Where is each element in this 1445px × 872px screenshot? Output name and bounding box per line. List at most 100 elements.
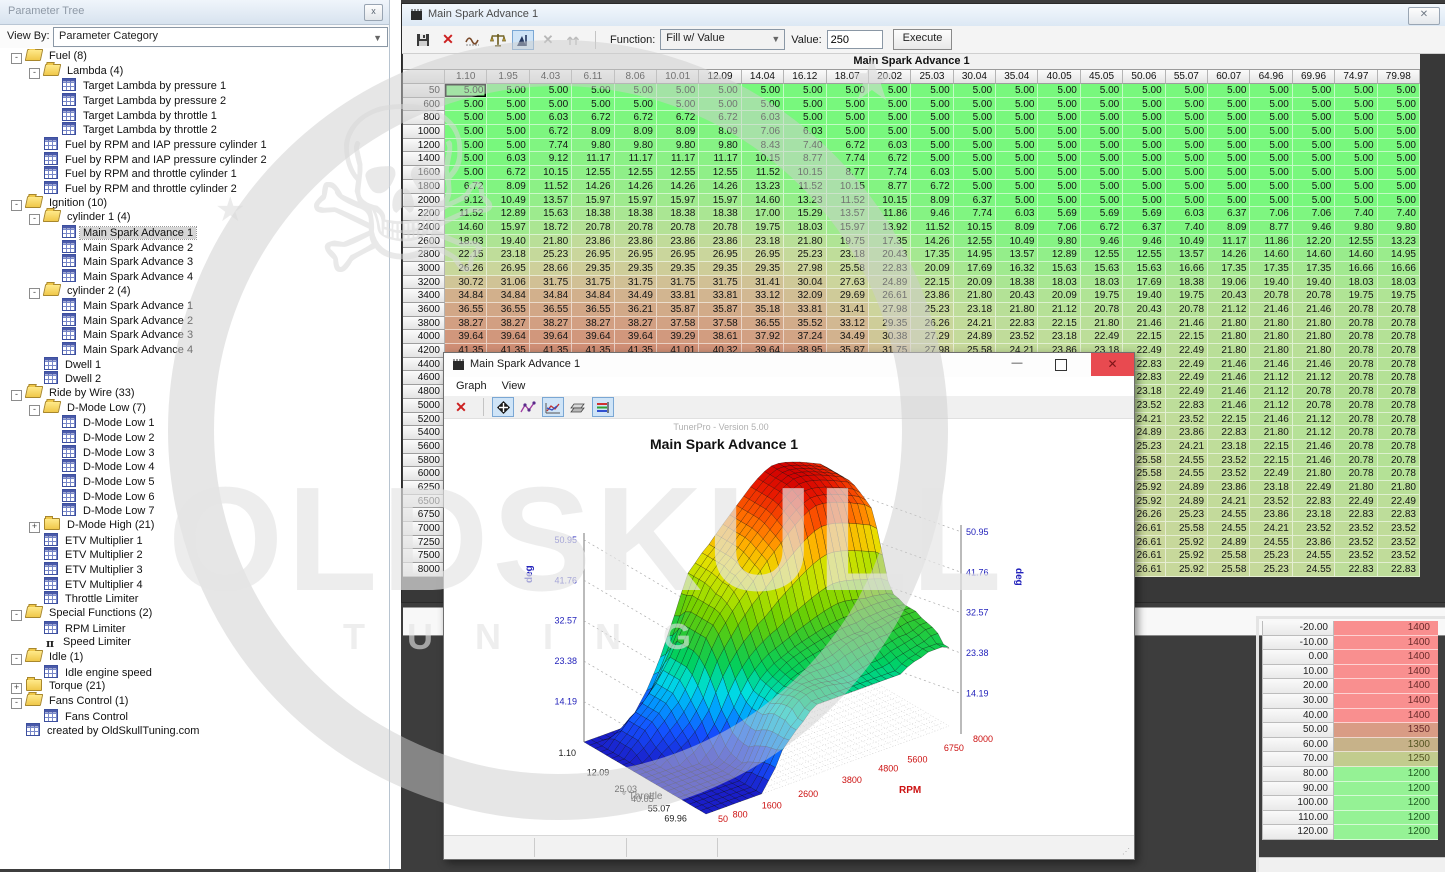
table-cell[interactable]: 6.72 — [869, 152, 911, 166]
table-cell[interactable]: 35.18 — [742, 303, 784, 317]
table-cell[interactable]: 5.00 — [911, 84, 953, 98]
table-cell[interactable]: 5.00 — [1038, 166, 1080, 180]
table-cell[interactable]: 23.86 — [1208, 481, 1250, 495]
table-cell[interactable]: 19.75 — [1081, 289, 1123, 303]
table-cell[interactable]: 38.27 — [445, 317, 487, 331]
table-cell[interactable]: 5.00 — [445, 152, 487, 166]
table-cell[interactable]: 21.12 — [1293, 426, 1335, 440]
idle-temp-cell[interactable]: 20.00 — [1262, 679, 1334, 694]
tree-item[interactable]: created by OldSkullTuning.com — [0, 723, 389, 738]
table-cell[interactable]: 9.80 — [1038, 235, 1080, 249]
table-cell[interactable]: 5.00 — [445, 166, 487, 180]
table-cell[interactable]: 27.98 — [869, 303, 911, 317]
table-cell[interactable]: 5.00 — [657, 98, 699, 112]
menu-item-graph[interactable]: Graph — [456, 377, 487, 396]
table-cell[interactable]: 5.00 — [445, 111, 487, 125]
table-cell[interactable]: 9.46 — [1293, 221, 1335, 235]
table-cell[interactable]: 11.52 — [445, 207, 487, 221]
tree-expander-icon[interactable]: - — [11, 53, 22, 64]
table-cell[interactable]: 5.00 — [657, 84, 699, 98]
table-cell[interactable]: 10.15 — [827, 180, 869, 194]
table-cell[interactable]: 12.55 — [954, 235, 996, 249]
table-cell[interactable]: 5.00 — [572, 98, 614, 112]
tree-item[interactable]: Main Spark Advance 1 — [0, 298, 389, 313]
table-cell[interactable]: 22.49 — [1250, 467, 1292, 481]
idle-rpm-cell[interactable]: 1400 — [1334, 636, 1438, 651]
table-cell[interactable]: 20.78 — [1335, 317, 1377, 331]
tree-item[interactable]: Fuel by RPM and IAP pressure cylinder 1 — [0, 137, 389, 152]
table-cell[interactable]: 13.23 — [784, 194, 826, 208]
table-cell[interactable]: 5.00 — [1293, 166, 1335, 180]
table-cell[interactable]: 5.00 — [1250, 152, 1292, 166]
y-axis-button[interactable] — [562, 30, 584, 50]
table-cell[interactable]: 5.00 — [1038, 125, 1080, 139]
table-cell[interactable]: 35.52 — [784, 317, 826, 331]
table-cell[interactable]: 23.86 — [1293, 536, 1335, 550]
table-cell[interactable]: 6.03 — [911, 166, 953, 180]
table-cell[interactable]: 30.72 — [445, 276, 487, 290]
table-cell[interactable]: 15.29 — [784, 207, 826, 221]
row-header[interactable]: 5200 — [403, 413, 445, 427]
idle-rpm-cell[interactable]: 1200 — [1334, 782, 1438, 797]
table-cell[interactable]: 5.00 — [869, 84, 911, 98]
table-cell[interactable]: 26.95 — [487, 262, 529, 276]
table-cell[interactable]: 29.35 — [615, 262, 657, 276]
table-cell[interactable]: 11.52 — [911, 221, 953, 235]
table-cell[interactable]: 16.66 — [1166, 262, 1208, 276]
table-cell[interactable]: 5.00 — [1378, 180, 1420, 194]
table-cell[interactable]: 22.15 — [445, 248, 487, 262]
maximize-icon[interactable] — [1044, 353, 1078, 376]
row-header[interactable]: 3000 — [403, 262, 445, 276]
table-cell[interactable]: 21.46 — [1250, 358, 1292, 372]
table-cell[interactable]: 23.18 — [742, 235, 784, 249]
tree-item[interactable]: -Special Functions (2) — [0, 606, 389, 621]
table-cell[interactable]: 39.29 — [657, 330, 699, 344]
tree-item[interactable]: RPM Limiter — [0, 621, 389, 636]
table-cell[interactable]: 6.03 — [1166, 207, 1208, 221]
row-header[interactable]: 2000 — [403, 194, 445, 208]
tree-expander-icon[interactable]: - — [29, 288, 40, 299]
table-cell[interactable]: 23.52 — [1335, 522, 1377, 536]
table-cell[interactable]: 10.15 — [869, 194, 911, 208]
table-cell[interactable]: 20.78 — [1335, 303, 1377, 317]
table-cell[interactable]: 5.00 — [827, 84, 869, 98]
table-cell[interactable]: 5.00 — [1335, 152, 1377, 166]
table-cell[interactable]: 5.00 — [1081, 180, 1123, 194]
tree-item[interactable]: ETV Multiplier 3 — [0, 562, 389, 577]
tree-item[interactable]: -Fuel (8) — [0, 49, 389, 64]
table-cell[interactable]: 10.49 — [487, 194, 529, 208]
table-cell[interactable]: 22.49 — [1166, 344, 1208, 358]
column-header[interactable]: 6.11 — [572, 70, 614, 84]
column-header[interactable]: 79.98 — [1378, 70, 1420, 84]
table-cell[interactable]: 21.12 — [1250, 399, 1292, 413]
table-cell[interactable]: 8.09 — [911, 194, 953, 208]
x-axis-button[interactable]: ✕ — [537, 30, 559, 50]
row-header[interactable]: 2600 — [403, 235, 445, 249]
table-cell[interactable]: 20.78 — [1335, 385, 1377, 399]
table-cell[interactable]: 18.38 — [1166, 276, 1208, 290]
table-cell[interactable]: 5.00 — [699, 98, 741, 112]
table-cell[interactable]: 38.27 — [572, 317, 614, 331]
table-cell[interactable]: 14.26 — [615, 180, 657, 194]
table-cell[interactable]: 20.78 — [1378, 426, 1420, 440]
row-header[interactable]: 5400 — [403, 426, 445, 440]
table-cell[interactable]: 5.00 — [1378, 194, 1420, 208]
tree-item[interactable]: Fuel by RPM and throttle cylinder 2 — [0, 181, 389, 196]
table-cell[interactable]: 5.00 — [1335, 194, 1377, 208]
table-cell[interactable]: 18.38 — [657, 207, 699, 221]
resize-grip[interactable]: ⋰ — [1122, 847, 1132, 857]
table-cell[interactable]: 20.43 — [996, 289, 1038, 303]
row-header[interactable]: 6750 — [403, 508, 445, 522]
table-cell[interactable]: 5.00 — [869, 98, 911, 112]
table-cell[interactable]: 19.75 — [827, 235, 869, 249]
delete-button[interactable]: ✕ — [437, 30, 459, 50]
table-cell[interactable]: 22.83 — [869, 262, 911, 276]
idle-temp-cell[interactable]: -20.00 — [1262, 621, 1334, 636]
table-cell[interactable]: 5.00 — [1038, 194, 1080, 208]
table-cell[interactable]: 21.80 — [1293, 344, 1335, 358]
table-cell[interactable]: 26.26 — [445, 262, 487, 276]
tree-item[interactable]: Main Spark Advance 2 — [0, 313, 389, 328]
table-cell[interactable]: 29.35 — [869, 317, 911, 331]
tree-item[interactable]: -Idle (1) — [0, 650, 389, 665]
table-cell[interactable]: 21.12 — [1250, 385, 1292, 399]
